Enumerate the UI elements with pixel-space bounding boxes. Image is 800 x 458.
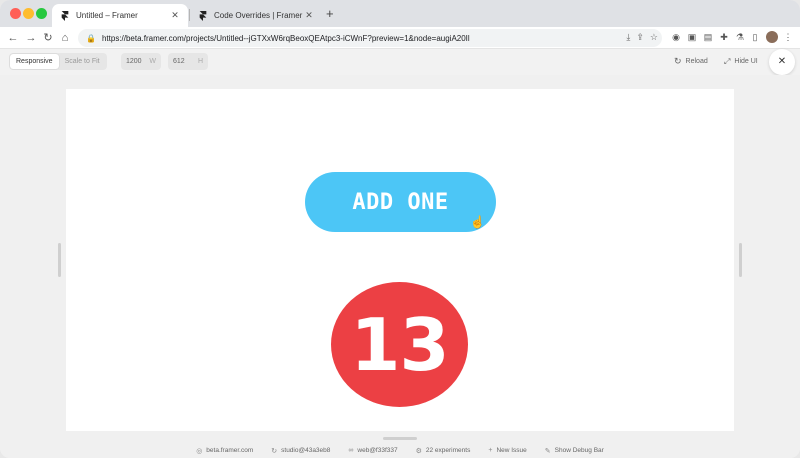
status-label: Show Debug Bar: [554, 447, 604, 454]
tab-title: Untitled – Framer: [76, 11, 138, 20]
hide-ui-label: Hide UI: [734, 58, 758, 65]
status-item-studio[interactable]: ↻ studio@43a3eb8: [271, 447, 330, 455]
hide-ui-button[interactable]: ⤢ Hide UI: [724, 53, 758, 70]
bug-icon: ✎: [544, 447, 551, 455]
tab-title: Code Overrides | Framer for D: [214, 11, 304, 20]
status-label: studio@43a3eb8: [281, 447, 331, 454]
bottom-resize-handle[interactable]: [383, 437, 417, 440]
sidebar-icon[interactable]: ▯: [750, 32, 760, 42]
height-unit: H: [197, 58, 203, 65]
reload-label: Reload: [685, 58, 708, 65]
scale-mode-toggle: Responsive Scale to Fit: [9, 53, 107, 70]
download-icon[interactable]: ⤓: [626, 32, 630, 43]
height-field[interactable]: 612 H: [168, 53, 208, 70]
counter-badge: 13: [331, 282, 468, 407]
share-icon[interactable]: ⇪: [636, 32, 644, 43]
extension-icon[interactable]: ▣: [687, 32, 697, 42]
url-text: https://beta.framer.com/projects/Untitle…: [101, 33, 470, 43]
forward-icon[interactable]: →: [24, 30, 38, 46]
expand-icon: ⤢: [724, 57, 731, 66]
profile-avatar[interactable]: [766, 31, 778, 43]
width-field[interactable]: 1200 W: [121, 53, 161, 70]
pointer-cursor-icon: ☝: [470, 215, 485, 229]
globe-icon: ◎: [196, 447, 203, 455]
status-item-domain[interactable]: ◎ beta.framer.com: [196, 447, 253, 455]
preview-canvas: ADD ONE ☝ 13: [0, 75, 800, 443]
add-one-button[interactable]: ADD ONE: [305, 172, 496, 232]
plus-icon: +: [488, 447, 493, 454]
width-unit: W: [149, 58, 156, 65]
extension-icon[interactable]: ◉: [671, 32, 681, 42]
refresh-icon: ↻: [271, 447, 278, 455]
status-label: web@f33f337: [357, 447, 398, 454]
gear-icon: ⚙: [415, 447, 422, 455]
right-resize-handle[interactable]: [739, 243, 742, 277]
back-icon[interactable]: ←: [6, 30, 20, 46]
preview-frame: ADD ONE ☝ 13: [66, 89, 734, 431]
tab-strip: Untitled – Framer ✕ Code Overrides | Fra…: [0, 0, 800, 27]
lock-icon: 🔒: [86, 33, 96, 43]
framer-logo-icon: [60, 10, 70, 21]
left-resize-handle[interactable]: [58, 243, 61, 277]
extension-icon[interactable]: ▤: [703, 32, 713, 42]
status-label: 22 experiments: [425, 447, 471, 454]
add-one-label: ADD ONE: [352, 189, 449, 215]
home-icon[interactable]: ⌂: [58, 30, 72, 46]
status-label: New Issue: [496, 447, 527, 454]
status-bar: ◎ beta.framer.com ↻ studio@43a3eb8 ∞ web…: [0, 443, 800, 458]
tab-close-icon[interactable]: ✕: [304, 10, 314, 21]
close-icon: ✕: [777, 56, 787, 67]
browser-window: Untitled – Framer ✕ Code Overrides | Fra…: [0, 0, 800, 458]
status-item-new-issue[interactable]: + New Issue: [488, 447, 526, 454]
tab-close-icon[interactable]: ✕: [170, 10, 180, 21]
bookmark-star-icon[interactable]: ☆: [650, 32, 658, 43]
minimize-window-button[interactable]: [23, 8, 34, 19]
preview-toolbar: Responsive Scale to Fit 1200 W 612 H ↻ R…: [0, 49, 800, 75]
status-label: beta.framer.com: [206, 447, 254, 454]
reload-button[interactable]: ↻ Reload: [674, 53, 708, 70]
new-tab-icon[interactable]: +: [326, 7, 334, 20]
more-menu-icon[interactable]: ⋮: [783, 32, 793, 42]
address-bar[interactable]: 🔒 https://beta.framer.com/projects/Untit…: [78, 29, 662, 47]
status-item-experiments[interactable]: ⚙ 22 experiments: [416, 447, 471, 455]
tab-code-overrides[interactable]: Code Overrides | Framer for D ✕: [190, 4, 322, 27]
close-preview-button[interactable]: ✕: [769, 49, 795, 75]
tab-framer[interactable]: Untitled – Framer ✕: [52, 4, 188, 27]
reload-icon: ↻: [674, 56, 682, 66]
lab-icon[interactable]: ⚗: [735, 32, 745, 42]
link-icon: ∞: [348, 447, 354, 454]
framer-logo-icon: [198, 10, 208, 21]
extensions-puzzle-icon[interactable]: ✚: [719, 32, 729, 42]
width-value: 1200: [126, 58, 142, 65]
counter-value: 13: [350, 302, 449, 387]
status-item-debug-bar[interactable]: ✎ Show Debug Bar: [545, 447, 604, 455]
responsive-button[interactable]: Responsive: [10, 54, 59, 69]
close-window-button[interactable]: [10, 8, 21, 19]
maximize-window-button[interactable]: [36, 8, 47, 19]
status-item-web[interactable]: ∞ web@f33f337: [348, 447, 397, 454]
browser-toolbar: ← → ↻ ⌂ 🔒 https://beta.framer.com/projec…: [0, 27, 800, 49]
height-value: 612: [173, 58, 185, 65]
reload-icon[interactable]: ↻: [41, 30, 55, 46]
scale-to-fit-button[interactable]: Scale to Fit: [59, 54, 106, 69]
